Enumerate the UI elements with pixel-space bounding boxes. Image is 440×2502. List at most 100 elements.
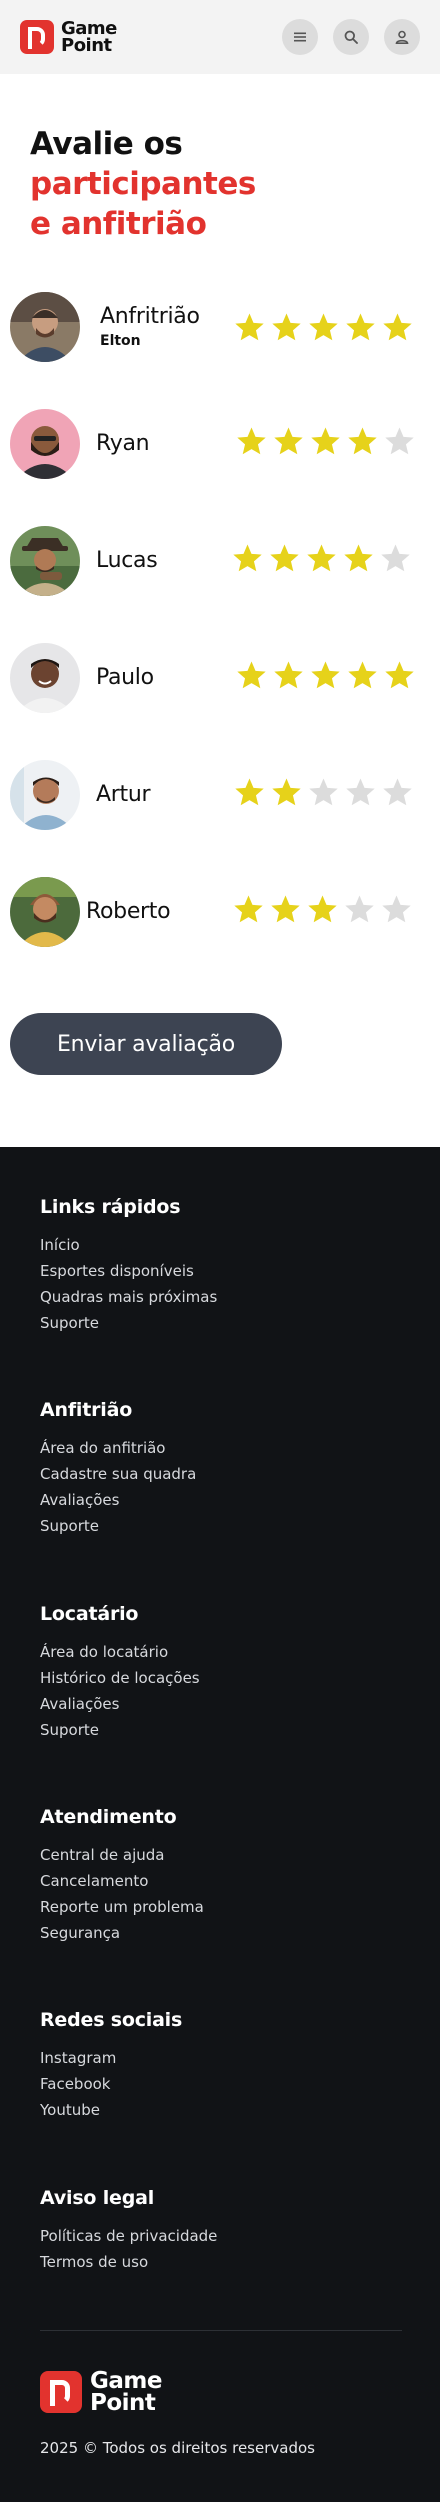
star-filled-icon[interactable] <box>235 659 268 692</box>
menu-button[interactable] <box>282 19 318 55</box>
footer-link[interactable]: Termos de uso <box>40 2249 217 2275</box>
footer-section-tenant: Locatário Área do locatário Histórico de… <box>40 1603 200 1743</box>
footer-brand-logo[interactable]: Game Point <box>40 2368 162 2416</box>
star-empty-icon[interactable] <box>383 425 416 458</box>
participant-name: Paulo <box>96 665 154 690</box>
footer: Links rápidos Início Esportes disponívei… <box>0 1147 440 2502</box>
footer-link[interactable]: Segurança <box>40 1920 204 1946</box>
footer-section-legal: Aviso legal Políticas de privacidade Ter… <box>40 2187 217 2275</box>
star-empty-icon[interactable] <box>307 776 340 809</box>
footer-link[interactable]: Central de ajuda <box>40 1842 204 1868</box>
star-empty-icon[interactable] <box>381 776 414 809</box>
star-filled-icon[interactable] <box>232 893 265 926</box>
participant-name: Roberto <box>86 899 171 924</box>
footer-link[interactable]: Instagram <box>40 2045 182 2071</box>
menu-icon <box>294 32 306 42</box>
footer-link[interactable]: Cadastre sua quadra <box>40 1461 196 1487</box>
avatar <box>10 409 80 479</box>
footer-link[interactable]: Histórico de locações <box>40 1665 200 1691</box>
footer-link[interactable]: Suporte <box>40 1310 217 1336</box>
participant-row-artur: Artur <box>0 760 440 877</box>
star-filled-icon[interactable] <box>233 776 266 809</box>
brand-logo[interactable]: Game Point <box>20 20 117 56</box>
footer-link[interactable]: Esportes disponíveis <box>40 1258 217 1284</box>
brand-name: Game Point <box>90 2368 162 2416</box>
participant-row-lucas: Lucas <box>0 526 440 643</box>
rating-stars <box>235 659 416 692</box>
participant-subname: Elton <box>100 333 141 349</box>
avatar <box>10 760 80 830</box>
footer-section-title: Anfitrião <box>40 1399 133 1421</box>
copyright-text: 2025 © Todos os direitos reservados <box>40 2439 315 2457</box>
participants-list: Anfritrião Elton Ryan Lucas Paulo Artur <box>0 292 440 994</box>
star-filled-icon[interactable] <box>346 425 379 458</box>
brand-name: Game Point <box>61 20 117 56</box>
footer-link[interactable]: Suporte <box>40 1717 200 1743</box>
search-button[interactable] <box>333 19 369 55</box>
star-filled-icon[interactable] <box>307 311 340 344</box>
title-accent: participantes e anfitrião <box>30 166 256 242</box>
star-filled-icon[interactable] <box>268 542 301 575</box>
star-filled-icon[interactable] <box>305 542 338 575</box>
star-filled-icon[interactable] <box>233 311 266 344</box>
star-filled-icon[interactable] <box>270 311 303 344</box>
footer-divider <box>40 2330 402 2331</box>
rating-stars <box>235 425 416 458</box>
logo-icon <box>20 20 54 54</box>
participant-name: Anfritrião <box>100 304 200 329</box>
footer-section-social: Redes sociais Instagram Facebook Youtube <box>40 2009 182 2123</box>
rating-stars <box>231 542 412 575</box>
star-filled-icon[interactable] <box>346 659 379 692</box>
footer-link[interactable]: Avaliações <box>40 1487 196 1513</box>
footer-link[interactable]: Início <box>40 1232 217 1258</box>
brand-line-2: Point <box>90 2390 156 2416</box>
participant-row-host: Anfritrião Elton <box>0 292 440 409</box>
star-filled-icon[interactable] <box>342 542 375 575</box>
footer-link[interactable]: Youtube <box>40 2097 182 2123</box>
participant-row-roberto: Roberto <box>0 877 440 994</box>
star-empty-icon[interactable] <box>343 893 376 926</box>
profile-button[interactable] <box>384 19 420 55</box>
star-empty-icon[interactable] <box>379 542 412 575</box>
footer-link[interactable]: Reporte um problema <box>40 1894 204 1920</box>
star-filled-icon[interactable] <box>381 311 414 344</box>
star-filled-icon[interactable] <box>231 542 264 575</box>
user-icon <box>395 30 409 44</box>
star-filled-icon[interactable] <box>309 425 342 458</box>
star-filled-icon[interactable] <box>383 659 416 692</box>
brand-line-2: Point <box>61 35 112 56</box>
footer-link[interactable]: Políticas de privacidade <box>40 2223 217 2249</box>
star-filled-icon[interactable] <box>270 776 303 809</box>
star-filled-icon[interactable] <box>272 425 305 458</box>
footer-section-support: Atendimento Central de ajuda Cancelament… <box>40 1806 204 1946</box>
brand-line-1: Game <box>90 2368 162 2394</box>
avatar <box>10 877 80 947</box>
top-header: Game Point <box>0 0 440 74</box>
footer-link[interactable]: Facebook <box>40 2071 182 2097</box>
footer-link[interactable]: Cancelamento <box>40 1868 204 1894</box>
avatar <box>10 526 80 596</box>
footer-section-title: Aviso legal <box>40 2187 155 2209</box>
footer-link[interactable]: Suporte <box>40 1513 196 1539</box>
star-filled-icon[interactable] <box>272 659 305 692</box>
footer-link[interactable]: Área do anfitrião <box>40 1435 196 1461</box>
star-empty-icon[interactable] <box>344 776 377 809</box>
page-title: Avalie os participantes e anfitrião <box>0 74 440 244</box>
star-filled-icon[interactable] <box>269 893 302 926</box>
star-filled-icon[interactable] <box>306 893 339 926</box>
footer-link[interactable]: Área do locatário <box>40 1639 200 1665</box>
rating-stars <box>233 776 414 809</box>
avatar <box>10 643 80 713</box>
participant-row-ryan: Ryan <box>0 409 440 526</box>
star-filled-icon[interactable] <box>235 425 268 458</box>
avatar <box>10 292 80 362</box>
star-empty-icon[interactable] <box>380 893 413 926</box>
footer-link[interactable]: Quadras mais próximas <box>40 1284 217 1310</box>
submit-review-button[interactable]: Enviar avaliação <box>10 1013 282 1075</box>
star-filled-icon[interactable] <box>344 311 377 344</box>
title-text: Avalie os <box>30 126 183 162</box>
footer-link[interactable]: Avaliações <box>40 1691 200 1717</box>
footer-section-host: Anfitrião Área do anfitrião Cadastre sua… <box>40 1399 196 1539</box>
header-actions <box>282 19 420 55</box>
star-filled-icon[interactable] <box>309 659 342 692</box>
